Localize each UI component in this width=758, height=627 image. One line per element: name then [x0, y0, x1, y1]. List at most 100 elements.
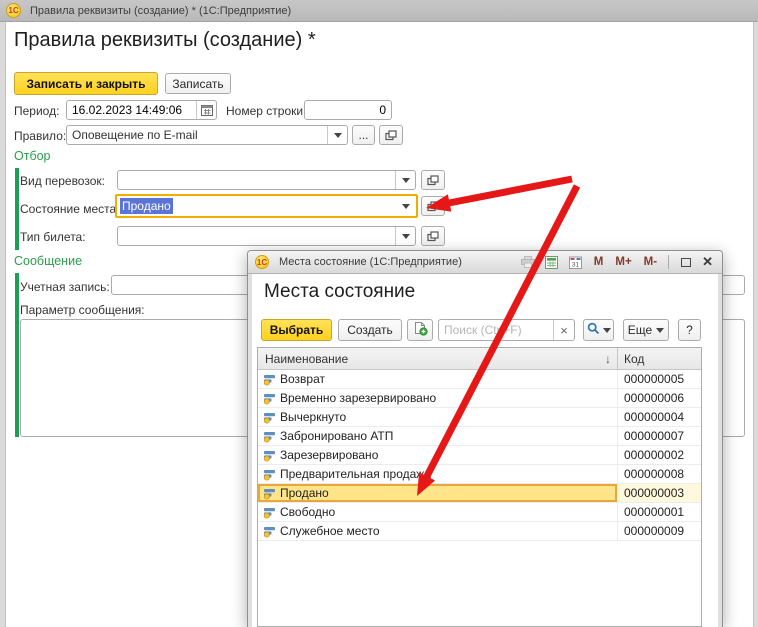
search-field[interactable]: ×	[438, 319, 575, 341]
1c-logo-icon: 1С	[6, 3, 21, 18]
main-titlebar[interactable]: 1С Правила реквизиты (создание) * (1С:Пр…	[0, 0, 758, 22]
table-row[interactable]: Служебное место 000000009	[258, 522, 701, 541]
rule-field[interactable]: Оповещение по E-mail	[66, 125, 348, 145]
row-name-cell[interactable]: Вычеркнуто	[258, 408, 617, 426]
transport-kind-dropdown-button[interactable]	[395, 171, 415, 189]
row-name: Возврат	[280, 372, 325, 386]
ticket-type-dropdown-button[interactable]	[395, 227, 415, 245]
catalog-item-icon	[263, 468, 276, 481]
table-row[interactable]: Забронировано АТП000000007	[258, 427, 701, 446]
ticket-type-label: Тип билета:	[20, 230, 86, 244]
calendar-icon	[201, 104, 213, 116]
row-name-cell[interactable]: Забронировано АТП	[258, 427, 617, 445]
open-icon	[385, 130, 397, 141]
line-number-input[interactable]	[305, 103, 391, 117]
help-button[interactable]: ?	[678, 319, 701, 341]
table-row[interactable]: Продано000000003	[258, 484, 701, 503]
catalog-item-icon	[263, 506, 276, 519]
select-button[interactable]: Выбрать	[261, 319, 332, 341]
seat-state-label: Состояние места:	[20, 202, 120, 216]
message-param-label: Параметр сообщения:	[20, 303, 145, 317]
row-code-cell[interactable]: 000000001	[617, 503, 701, 521]
ticket-type-field[interactable]	[117, 226, 416, 246]
row-code-cell[interactable]: 000000008	[617, 465, 701, 483]
more-button[interactable]: Еще	[623, 319, 669, 341]
row-name-cell[interactable]: Свободно	[258, 503, 617, 521]
rule-open-button[interactable]	[379, 125, 403, 145]
main-window-left-frame	[0, 22, 6, 627]
table-row[interactable]: Свободно000000001	[258, 503, 701, 522]
open-icon	[427, 201, 439, 212]
chevron-down-icon	[656, 328, 664, 333]
seat-state-open-button[interactable]	[421, 196, 445, 216]
row-code-cell[interactable]: 000000003	[617, 484, 701, 502]
row-name-cell[interactable]: Зарезервировано	[258, 446, 617, 464]
search-input[interactable]	[439, 320, 553, 340]
row-name-cell[interactable]: Продано	[258, 484, 617, 502]
column-header-code[interactable]: Код	[617, 348, 701, 369]
seat-state-selected-value: Продано	[120, 198, 173, 214]
row-code-cell[interactable]: 000000004	[617, 408, 701, 426]
svg-text:31: 31	[572, 261, 580, 268]
column-header-name[interactable]: Наименование ↓	[258, 352, 617, 366]
row-name-cell[interactable]: Временно зарезервировано	[258, 389, 617, 407]
catalog-item-icon	[263, 411, 276, 424]
row-code: 000000009	[624, 524, 684, 538]
transport-kind-field[interactable]	[117, 170, 416, 190]
table-row[interactable]: Временно зарезервировано 000000006	[258, 389, 701, 408]
close-button[interactable]: ✕	[700, 254, 715, 270]
row-code-cell[interactable]: 000000009	[617, 522, 701, 540]
search-options-button[interactable]	[583, 319, 614, 341]
calculator-button[interactable]	[542, 254, 562, 271]
row-code-cell[interactable]: 000000002	[617, 446, 701, 464]
row-code-cell[interactable]: 000000007	[617, 427, 701, 445]
table-header[interactable]: Наименование ↓ Код	[258, 348, 701, 370]
seat-state-field-focused[interactable]: Продано	[115, 194, 418, 218]
rule-more-button[interactable]: ...	[352, 125, 375, 145]
row-code-cell[interactable]: 000000005	[617, 370, 701, 388]
column-name-label: Наименование	[265, 352, 348, 366]
period-input[interactable]	[67, 103, 196, 117]
chevron-down-icon	[334, 133, 342, 138]
calendar-picker-button[interactable]	[196, 101, 216, 119]
save-and-close-button[interactable]: Записать и закрыть	[14, 72, 158, 95]
more-button-label: Еще	[628, 323, 652, 337]
period-field[interactable]	[66, 100, 217, 120]
catalog-item-icon	[263, 392, 276, 405]
seat-state-dropdown-button[interactable]	[396, 196, 416, 216]
row-name-cell[interactable]: Служебное место	[258, 522, 617, 540]
table-row[interactable]: Зарезервировано 000000002	[258, 446, 701, 465]
table-row[interactable]: Возврат 000000005	[258, 370, 701, 389]
row-name: Вычеркнуто	[280, 410, 346, 424]
maximize-button[interactable]	[676, 254, 696, 271]
rule-label: Правило:	[14, 129, 66, 143]
m-button[interactable]: М	[590, 256, 608, 268]
m-minus-button[interactable]: М-	[640, 256, 661, 268]
m-plus-button[interactable]: М+	[611, 256, 635, 268]
popup-titlebar[interactable]: 1С Места состояние (1С:Предприятие) 31 М…	[248, 251, 722, 274]
table-row[interactable]: Вычеркнуто 000000004	[258, 408, 701, 427]
create-button[interactable]: Создать	[338, 319, 402, 341]
popup-body: Места состояние Выбрать Создать × Еще	[252, 274, 718, 627]
rule-dropdown-button[interactable]	[327, 126, 347, 144]
maximize-icon	[681, 258, 691, 267]
ticket-type-open-button[interactable]	[421, 226, 445, 246]
chevron-down-icon	[402, 178, 410, 183]
row-name: Зарезервировано	[280, 448, 378, 462]
search-clear-button[interactable]: ×	[553, 320, 574, 340]
save-button[interactable]: Записать	[165, 73, 231, 94]
create-new-group-button[interactable]	[407, 319, 433, 341]
row-code-cell[interactable]: 000000006	[617, 389, 701, 407]
popup-table-rows: Возврат000000005Временно зарезервировано…	[258, 370, 701, 541]
transport-kind-open-button[interactable]	[421, 170, 445, 190]
table-row[interactable]: Предварительная продажа000000008	[258, 465, 701, 484]
popup-window-title: Места состояние (1С:Предприятие)	[279, 256, 514, 268]
row-name-cell[interactable]: Возврат	[258, 370, 617, 388]
row-code: 000000004	[624, 410, 684, 424]
filter-section-title: Отбор	[14, 149, 51, 163]
line-number-field[interactable]	[304, 100, 392, 120]
print-button[interactable]	[518, 254, 538, 271]
row-name-cell[interactable]: Предварительная продажа	[258, 465, 617, 483]
row-name: Временно зарезервировано	[280, 391, 436, 405]
calendar-button[interactable]: 31	[566, 254, 586, 271]
